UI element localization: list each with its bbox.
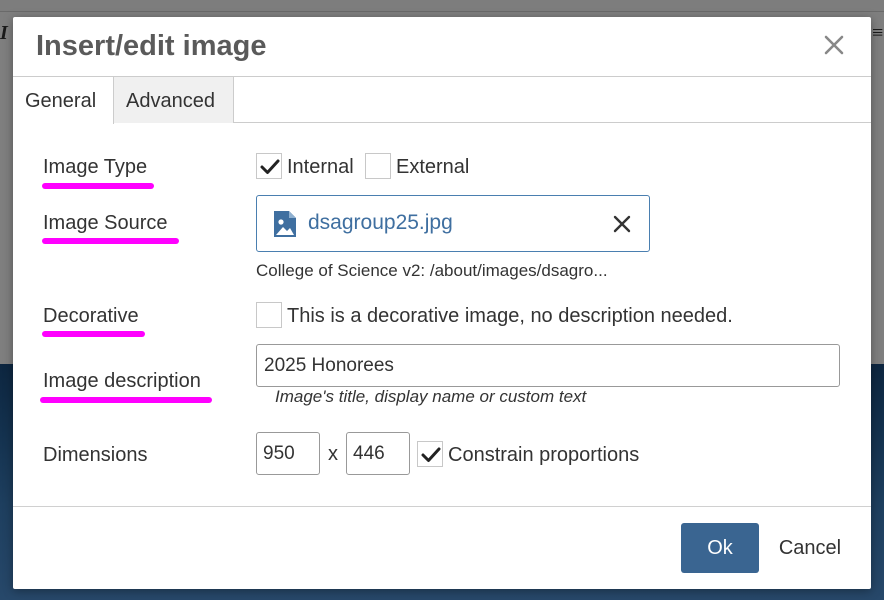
- background-text-fragment: ≡: [872, 22, 884, 44]
- close-icon: [824, 35, 844, 55]
- dialog-title: Insert/edit image: [36, 30, 267, 62]
- image-file-icon: [274, 211, 296, 237]
- constrain-proportions-checkbox[interactable]: [417, 441, 443, 467]
- highlight-underline: [42, 331, 145, 337]
- image-type-label: Image Type: [43, 156, 148, 178]
- highlight-underline: [42, 238, 179, 244]
- clear-icon[interactable]: [610, 212, 634, 236]
- height-input[interactable]: 446: [346, 432, 410, 475]
- decorative-label: Decorative: [43, 305, 139, 327]
- cancel-button[interactable]: Cancel: [765, 523, 855, 573]
- close-button[interactable]: [819, 30, 849, 60]
- tab-general[interactable]: General: [13, 77, 114, 124]
- external-label: External: [396, 156, 470, 178]
- tab-advanced[interactable]: Advanced: [114, 77, 234, 123]
- dimensions-label: Dimensions: [43, 444, 148, 466]
- ok-button[interactable]: Ok: [681, 523, 759, 573]
- image-description-label: Image description: [43, 370, 201, 392]
- footer-divider: [13, 506, 871, 507]
- highlight-underline: [42, 183, 154, 189]
- image-source-label: Image Source: [43, 212, 168, 234]
- image-description-hint: Image's title, display name or custom te…: [275, 387, 587, 406]
- highlight-underline: [40, 397, 212, 403]
- image-source-picker[interactable]: dsagroup25.jpg: [256, 195, 650, 252]
- tab-bar: General Advanced: [13, 76, 871, 124]
- width-input[interactable]: 950: [256, 432, 320, 475]
- insert-edit-image-dialog: Insert/edit image General Advanced Image…: [13, 17, 871, 589]
- background-toolbar: [0, 0, 884, 12]
- internal-checkbox[interactable]: [256, 153, 282, 179]
- image-source-path: College of Science v2: /about/images/dsa…: [256, 261, 608, 280]
- background-text-fragment: I: [0, 22, 8, 44]
- image-description-input[interactable]: 2025 Honorees: [256, 344, 840, 387]
- checkmark-icon: [260, 159, 280, 174]
- decorative-checkbox-label: This is a decorative image, no descripti…: [287, 305, 733, 327]
- dimensions-separator: x: [328, 443, 338, 465]
- decorative-checkbox[interactable]: [256, 302, 282, 328]
- internal-label: Internal: [287, 156, 354, 178]
- external-checkbox[interactable]: [365, 153, 391, 179]
- constrain-proportions-label: Constrain proportions: [448, 444, 640, 466]
- checkmark-icon: [421, 447, 441, 462]
- image-file-name: dsagroup25.jpg: [308, 211, 453, 234]
